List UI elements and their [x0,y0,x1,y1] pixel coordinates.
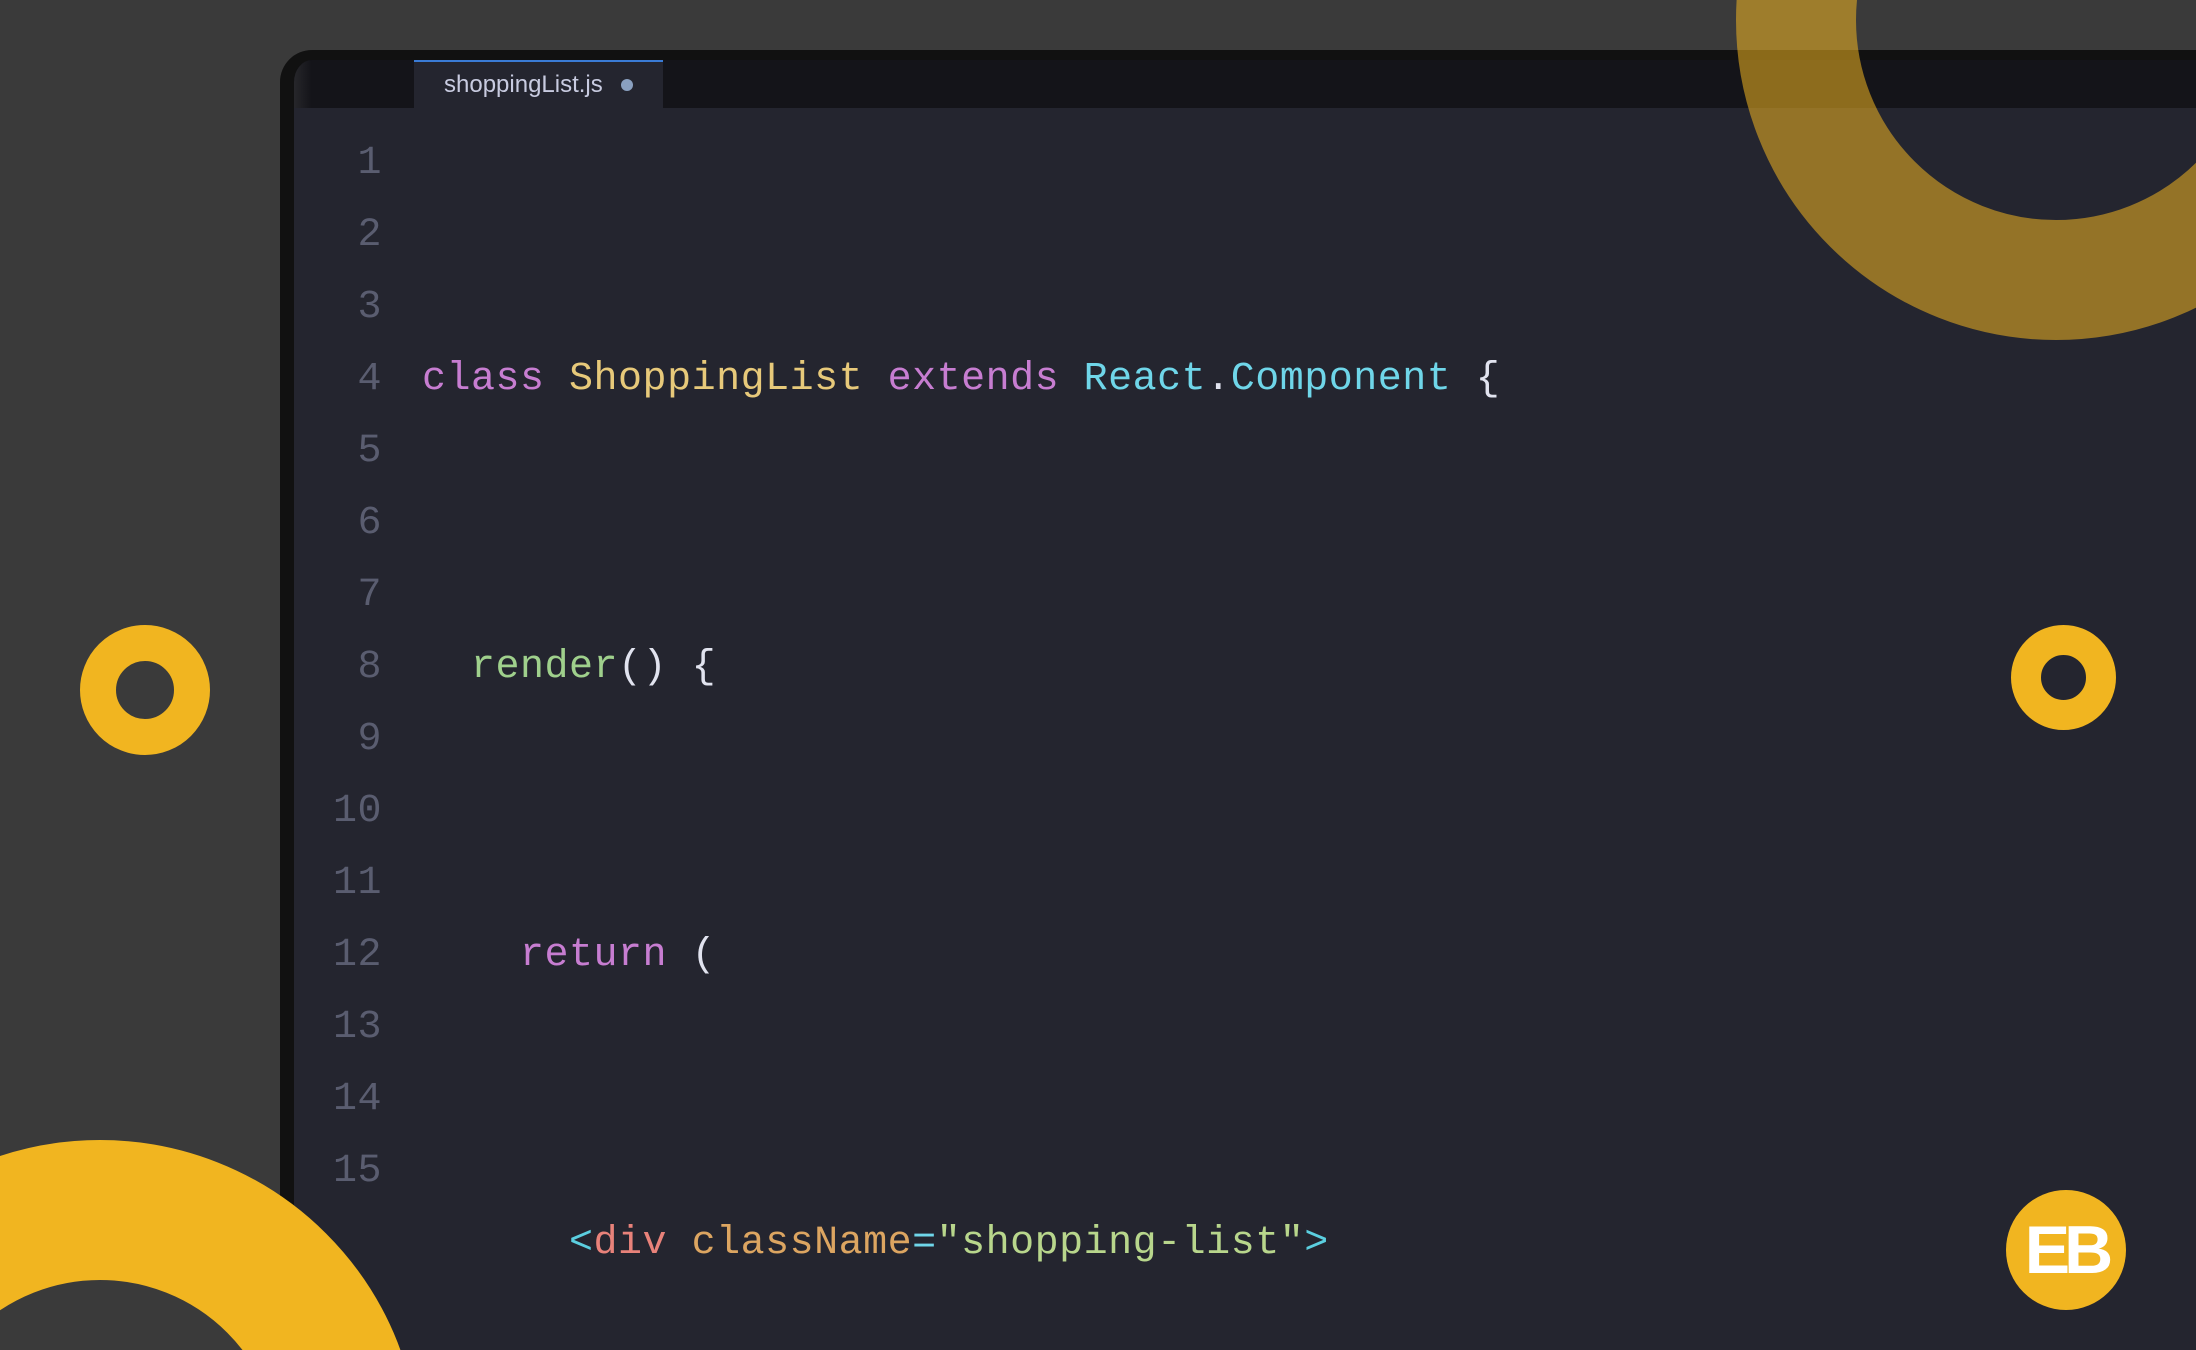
line-number: 15 [294,1136,382,1208]
line-number: 12 [294,920,382,992]
decor-ring-small-left [80,625,210,755]
tab-filename: shoppingList.js [444,71,603,99]
line-number: 7 [294,560,382,632]
line-number: 6 [294,488,382,560]
line-number: 10 [294,776,382,848]
line-number: 13 [294,992,382,1064]
line-number: 11 [294,848,382,920]
code-line: render() { [422,632,2196,704]
line-number-gutter: 1 2 3 4 5 6 7 8 9 10 11 12 13 14 15 [294,108,412,1350]
code-area[interactable]: class ShoppingList extends React.Compone… [412,108,2196,1350]
line-number: 5 [294,416,382,488]
line-number: 8 [294,632,382,704]
unsaved-dot-icon [621,79,633,91]
line-number: 4 [294,344,382,416]
brand-logo-text: EB [2025,1211,2107,1289]
tab-active[interactable]: shoppingList.js [414,60,663,108]
line-number: 14 [294,1064,382,1136]
code-editor[interactable]: 1 2 3 4 5 6 7 8 9 10 11 12 13 14 15 clas… [294,108,2196,1350]
line-number: 2 [294,200,382,272]
code-line: return ( [422,920,2196,992]
code-line: <div className="shopping-list"> [422,1208,2196,1280]
code-line: class ShoppingList extends React.Compone… [422,344,2196,416]
tab-bar: shoppingList.js [294,60,2196,108]
line-number: 3 [294,272,382,344]
line-number: 1 [294,128,382,200]
editor-window: shoppingList.js 1 2 3 4 5 6 7 8 9 10 11 … [280,50,2196,1350]
brand-logo-badge: EB [2006,1190,2126,1310]
line-number: 9 [294,704,382,776]
